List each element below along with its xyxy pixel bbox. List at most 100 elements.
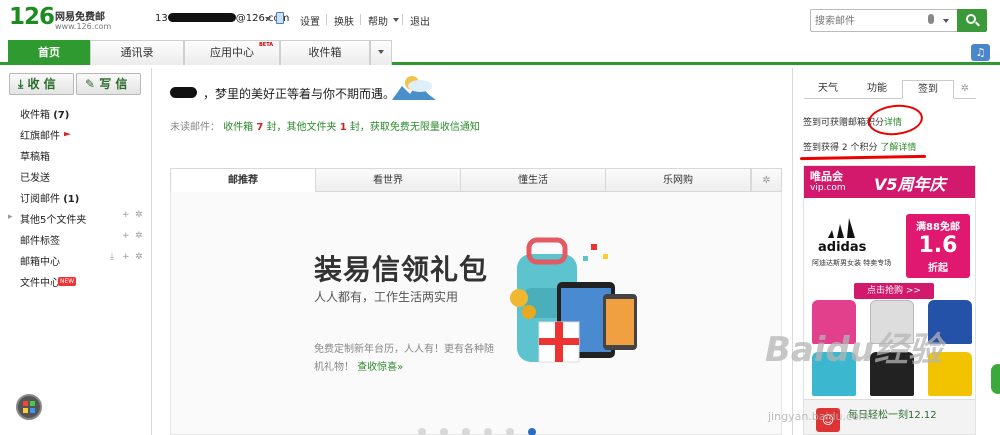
tab-world[interactable]: 看世界 [315,168,461,192]
folder-label: 订阅邮件 [20,194,60,205]
tab-sign-in[interactable]: 签到 [902,80,954,99]
ad-header: 唯品会 vip.com V5周年庆 [804,166,975,198]
sidebar-item-other-folders[interactable]: 其他5个文件夹 [20,211,86,226]
expand-arrow-icon[interactable]: ▸ [8,212,13,222]
learn-more-link[interactable]: 了解详情 [880,143,916,153]
logo-url: www.126.com [55,22,112,31]
search-button[interactable] [957,9,987,32]
greeting-text: ，梦里的美好正等着与你不期而遇。 [203,87,396,101]
pager-dot[interactable] [484,428,492,435]
feed-panel [170,192,782,435]
tab-home[interactable]: 首页 [8,40,90,65]
edit-icon: ✎ [85,77,96,91]
tab-contacts[interactable]: 通讯录 [90,40,184,65]
microphone-icon[interactable] [928,14,934,24]
add-icon[interactable]: + [122,210,130,220]
folder-label: 收件箱 [20,110,50,121]
ad-url: vip.com [810,183,846,193]
sidebar-item-sent[interactable]: 已发送 [20,169,50,184]
add-icon[interactable]: + [122,252,130,262]
folder-label: 邮箱中心 [20,257,60,268]
divider [402,14,403,25]
pager-dot[interactable] [418,428,426,435]
unread-count: (7) [53,110,70,121]
tab-shopping[interactable]: 乐网购 [605,168,751,192]
gear-icon[interactable]: ✲ [954,80,976,99]
download-icon[interactable]: ⤓ [110,252,114,262]
ad-brand: 唯品会 [810,170,843,183]
receive-label: 收 信 [27,77,56,91]
skin-link[interactable]: 换肤 [334,13,354,28]
logo-number[interactable]: 126 [9,4,55,30]
gear-icon[interactable]: ✲ [135,210,143,220]
free-notify-link[interactable]: ，获取免费无限量收信通知 [360,122,480,133]
help-dropdown-icon[interactable] [393,18,399,22]
promo-description: 免费定制新年台历，人人有！更有各种随机礼物！ 查收惊喜» [314,341,494,377]
settings-link[interactable]: 设置 [300,13,320,28]
sidebar-item-flagged[interactable]: 红旗邮件 [20,127,71,142]
folder-label: 已发送 [20,173,50,184]
ad-anniversary: V5周年庆 [874,175,946,194]
new-badge: NEW [58,277,77,286]
tab-life[interactable]: 懂生活 [460,168,606,192]
search-box [810,9,958,32]
ad-buy-button[interactable]: 点击抢购 >> [854,283,934,299]
ad-body: adidas 阿迪达斯男女装 特卖专场 满88免邮 1.6 折起 [804,198,975,286]
promo-subtitle: 人人都有，工作生活两实用 [314,290,459,304]
pager-dot-active[interactable] [528,428,536,435]
tab-more-button[interactable] [370,40,392,65]
pager-dot[interactable] [506,428,514,435]
unread-count: (1) [63,194,80,205]
sidebar-item-subscriptions[interactable]: 订阅邮件 (1) [20,190,79,205]
sidebar-item-inbox[interactable]: 收件箱 (7) [20,106,69,121]
ad-badge-number: 1.6 [918,233,958,258]
sidebar-item-mail-center[interactable]: 邮箱中心 [20,253,60,268]
folder-label: 文件中心 [20,278,60,289]
sidebar-item-labels[interactable]: 邮件标签 [20,232,60,247]
unread-other-count: 1 [339,122,347,133]
add-icon[interactable]: + [122,231,130,241]
search-input[interactable] [815,14,915,28]
pager-dot[interactable] [440,428,448,435]
unread-inbox-count: 7 [256,122,264,133]
grid-icon [23,408,28,413]
tab-inbox[interactable]: 收件箱 [280,40,370,65]
feed-settings-icon[interactable]: ✲ [751,168,782,192]
gear-icon[interactable]: ✲ [135,231,143,241]
folder-label: 草稿箱 [20,152,50,163]
divider [360,14,361,25]
folder-label: 其他5个文件夹 [20,215,87,226]
mobile-icon[interactable] [276,12,284,24]
sidebar-item-file-center[interactable]: 文件中心 [20,274,60,289]
grid-icon [23,401,28,406]
receive-mail-button[interactable]: ⤓ 收 信 [9,73,74,95]
grid-icon [30,408,35,413]
unread-unit: 封 [349,122,360,133]
gear-icon[interactable]: ✲ [135,252,143,262]
tab-weather[interactable]: 天气 [804,80,852,99]
gift-package-image[interactable] [495,232,645,372]
unread-other-link[interactable]: ，其他文件夹 [277,122,337,133]
sidebar-item-drafts[interactable]: 草稿箱 [20,148,50,163]
username-mask [170,87,197,98]
promo-link[interactable]: 查收惊喜» [357,362,403,373]
promo-title[interactable]: 装易信领礼包 [314,248,488,288]
ad-logo: adidas [818,240,867,255]
search-options-icon[interactable] [943,19,949,23]
adidas-logo-icon [828,218,855,238]
unread-inbox-link[interactable]: 收件箱 [223,122,253,133]
ad-badge-unit: 折起 [928,263,948,274]
pager-dot[interactable] [462,428,470,435]
app-grid-button[interactable] [16,394,42,420]
search-icon-handle [975,21,980,27]
baidu-watermark: Baidu经验 [765,330,943,370]
tab-mail-recommend[interactable]: 邮推荐 [170,168,316,192]
logout-link[interactable]: 退出 [410,13,430,28]
account-dropdown-icon[interactable] [265,17,271,21]
compose-button[interactable]: ✎ 写 信 [76,73,141,95]
unread-summary: 未读邮件： 收件箱 7 封，其他文件夹 1 封，获取免费无限量收信通知 [170,118,480,133]
red-underline-annotation [799,154,927,161]
help-link[interactable]: 帮助 [368,13,388,28]
music-icon[interactable]: ♫ [971,44,990,61]
tab-functions[interactable]: 功能 [852,80,902,99]
